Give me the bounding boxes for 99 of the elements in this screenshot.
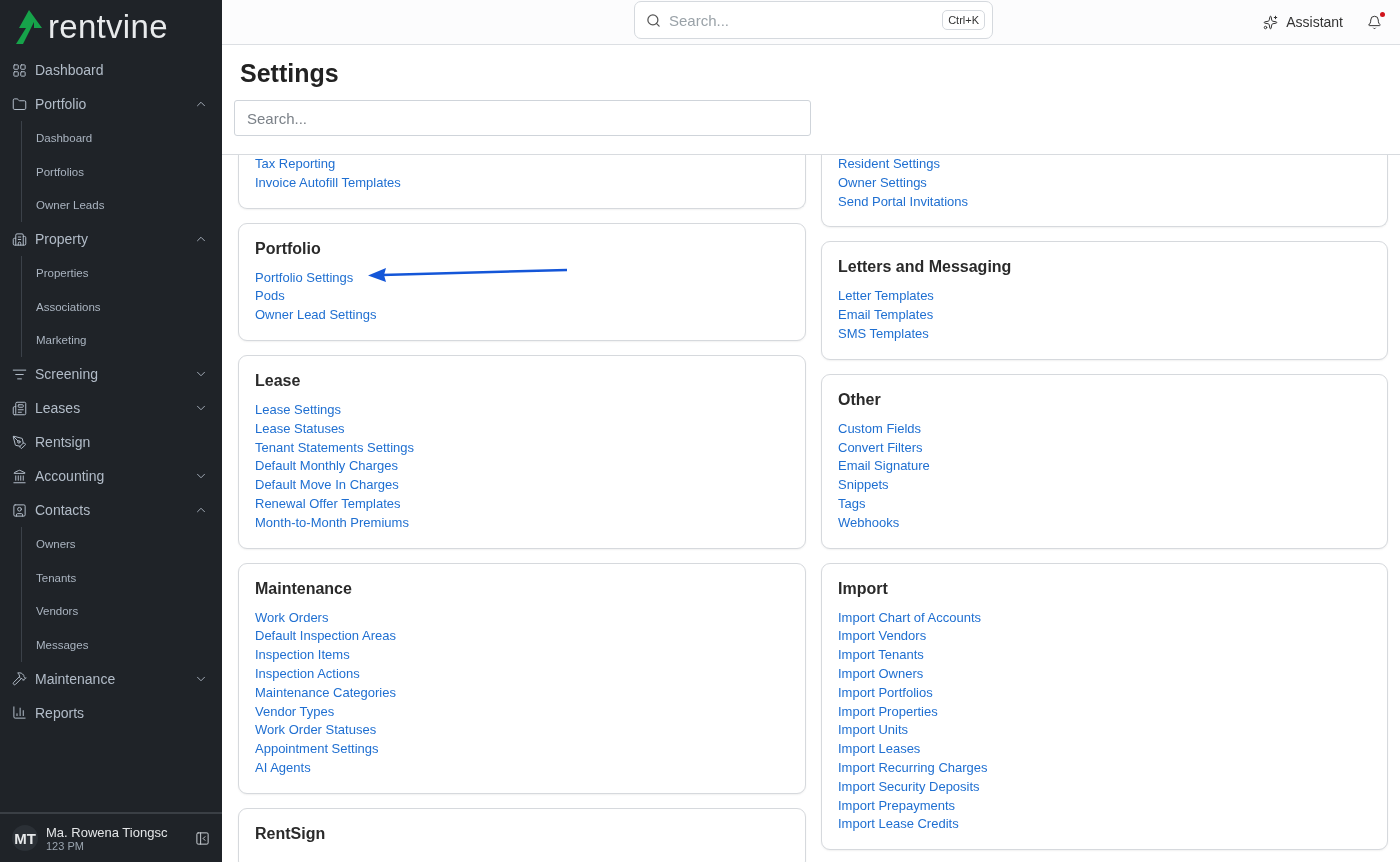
card-title: Other — [838, 390, 882, 409]
settings-link[interactable]: Month-to-Month Premiums — [255, 513, 409, 533]
nav-subitem[interactable]: Properties — [22, 256, 222, 290]
card-title: Maintenance — [255, 579, 353, 598]
bell-icon — [1367, 14, 1382, 30]
nav-item[interactable]: Portfolio — [0, 87, 222, 121]
assistant-button[interactable]: Assistant — [1263, 14, 1343, 30]
collapse-sidebar-icon[interactable] — [195, 830, 210, 846]
newspaper-icon — [12, 400, 27, 416]
settings-link[interactable]: Portfolio Settings — [255, 268, 354, 288]
nav-item[interactable]: Maintenance — [0, 661, 222, 696]
settings-search-field[interactable]: Search... — [234, 100, 811, 136]
settings-link[interactable]: Owner Settings — [838, 173, 927, 193]
settings-link[interactable]: Import Recurring Charges — [838, 758, 988, 778]
nav-item[interactable]: Reports — [0, 695, 222, 730]
user-detail: 123 PM — [46, 839, 85, 852]
settings-link[interactable]: Email Templates — [838, 306, 934, 325]
global-search-field[interactable]: Search... — [667, 10, 937, 30]
nav-subitem[interactable]: Messages — [22, 628, 222, 662]
sparkle-icon — [1263, 14, 1279, 30]
settings-link[interactable]: Import Leases — [838, 740, 921, 759]
settings-link[interactable]: Import Vendors — [838, 627, 927, 647]
nav-item[interactable]: Accounting — [0, 459, 222, 494]
nav-subitem[interactable]: Vendors — [22, 594, 222, 629]
settings-link[interactable]: Send Portal Invitations — [838, 192, 969, 212]
settings-link[interactable]: Lease Statuses — [255, 419, 345, 439]
settings-link[interactable]: Appointment Settings — [255, 740, 379, 759]
settings-link[interactable]: Import Owners — [838, 664, 924, 684]
settings-link[interactable]: Work Orders — [255, 608, 329, 628]
grid-icon — [12, 62, 27, 78]
settings-link[interactable]: SMS Templates — [838, 325, 929, 344]
settings-link[interactable]: Work Order Statuses — [255, 721, 377, 741]
pen-icon — [12, 434, 27, 450]
settings-link[interactable]: Inspection Items — [255, 646, 350, 665]
page-title: Settings — [240, 59, 340, 88]
notifications-button[interactable] — [1367, 14, 1382, 30]
brand-name: rentvine — [48, 8, 168, 46]
settings-link[interactable]: Email Signature — [838, 457, 930, 477]
nav-subitem[interactable]: Portfolios — [22, 154, 222, 189]
settings-link[interactable]: Import Units — [838, 721, 909, 741]
settings-link[interactable]: Import Portfolios — [838, 683, 933, 703]
nav-item[interactable]: Contacts — [0, 493, 222, 528]
nav-item[interactable]: Dashboard — [0, 53, 222, 87]
settings-link[interactable]: Default Move In Charges — [255, 476, 399, 495]
settings-link[interactable]: Inspection Actions — [255, 664, 360, 684]
bar-chart-icon — [12, 705, 27, 721]
settings-link[interactable]: Pods — [255, 287, 285, 307]
settings-link[interactable]: Tags — [838, 494, 866, 514]
search-bar[interactable]: Search... Ctrl+K — [634, 1, 993, 39]
nav-item[interactable]: Property — [0, 222, 222, 257]
unread-dot — [1380, 11, 1385, 17]
nav-item[interactable]: Rentsign — [0, 425, 222, 460]
settings-link[interactable]: Convert Filters — [838, 438, 923, 458]
bank-icon — [12, 468, 27, 484]
settings-link[interactable]: Maintenance Categories — [255, 683, 396, 703]
settings-link[interactable]: Vendor Types — [255, 702, 335, 722]
settings-link[interactable]: Webhooks — [838, 513, 900, 533]
settings-link[interactable]: Import Properties — [838, 702, 938, 722]
settings-link[interactable]: Import Chart of Accounts — [838, 608, 982, 628]
settings-link[interactable]: Renewal Offer Templates — [255, 494, 401, 514]
settings-link[interactable]: Owner Lead Settings — [255, 306, 377, 325]
shortcut-key: Ctrl+K — [942, 10, 985, 30]
card-title: Portfolio — [255, 239, 322, 258]
settings-link[interactable]: Tenant Statements Settings — [255, 438, 414, 458]
settings-link[interactable]: Custom Fields — [838, 419, 922, 439]
list-filter-icon — [12, 366, 27, 382]
logo-icon — [16, 10, 42, 44]
settings-link[interactable]: Tax Reporting — [255, 155, 336, 174]
settings-link[interactable]: Default Monthly Charges — [255, 457, 399, 477]
building-icon — [12, 231, 27, 247]
card-title: Import — [838, 579, 889, 598]
contact-card-icon — [12, 502, 27, 518]
nav-subitem[interactable]: Dashboard — [22, 121, 222, 155]
settings-link[interactable]: AI Agents — [255, 758, 311, 778]
settings-link[interactable]: Import Lease Credits — [838, 815, 959, 835]
settings-link[interactable]: Import Prepayments — [838, 796, 956, 816]
settings-link[interactable]: Snippets — [838, 476, 889, 495]
settings-link[interactable]: Letter Templates — [838, 287, 934, 307]
nav-subitem[interactable]: Owners — [22, 527, 222, 561]
card-title: RentSign — [255, 824, 327, 843]
folder-icon — [12, 96, 27, 112]
nav-subitem[interactable]: Associations — [22, 289, 222, 324]
card-title: Lease — [255, 372, 302, 390]
nav-subitem[interactable]: Owner Leads — [22, 188, 222, 223]
nav-item[interactable]: Leases — [0, 391, 222, 426]
settings-link[interactable]: Import Tenants — [838, 646, 924, 665]
search-icon — [646, 12, 661, 28]
nav-item[interactable]: Screening — [0, 357, 222, 392]
card-title: Letters and Messaging — [838, 258, 1013, 277]
user-avatar: MT — [12, 825, 38, 851]
hammer-icon — [12, 671, 27, 687]
settings-link[interactable]: Default Inspection Areas — [255, 627, 396, 647]
settings-link[interactable]: Invoice Autofill Templates — [255, 173, 401, 193]
nav-subitem[interactable]: Marketing — [22, 323, 222, 358]
settings-link[interactable]: Lease Settings — [255, 401, 341, 420]
nav-subitem[interactable]: Tenants — [22, 560, 222, 595]
settings-link[interactable]: Import Security Deposits — [838, 777, 980, 797]
settings-link[interactable]: Resident Settings — [838, 155, 940, 174]
user-name: Ma. Rowena Tiongsc — [46, 824, 169, 840]
